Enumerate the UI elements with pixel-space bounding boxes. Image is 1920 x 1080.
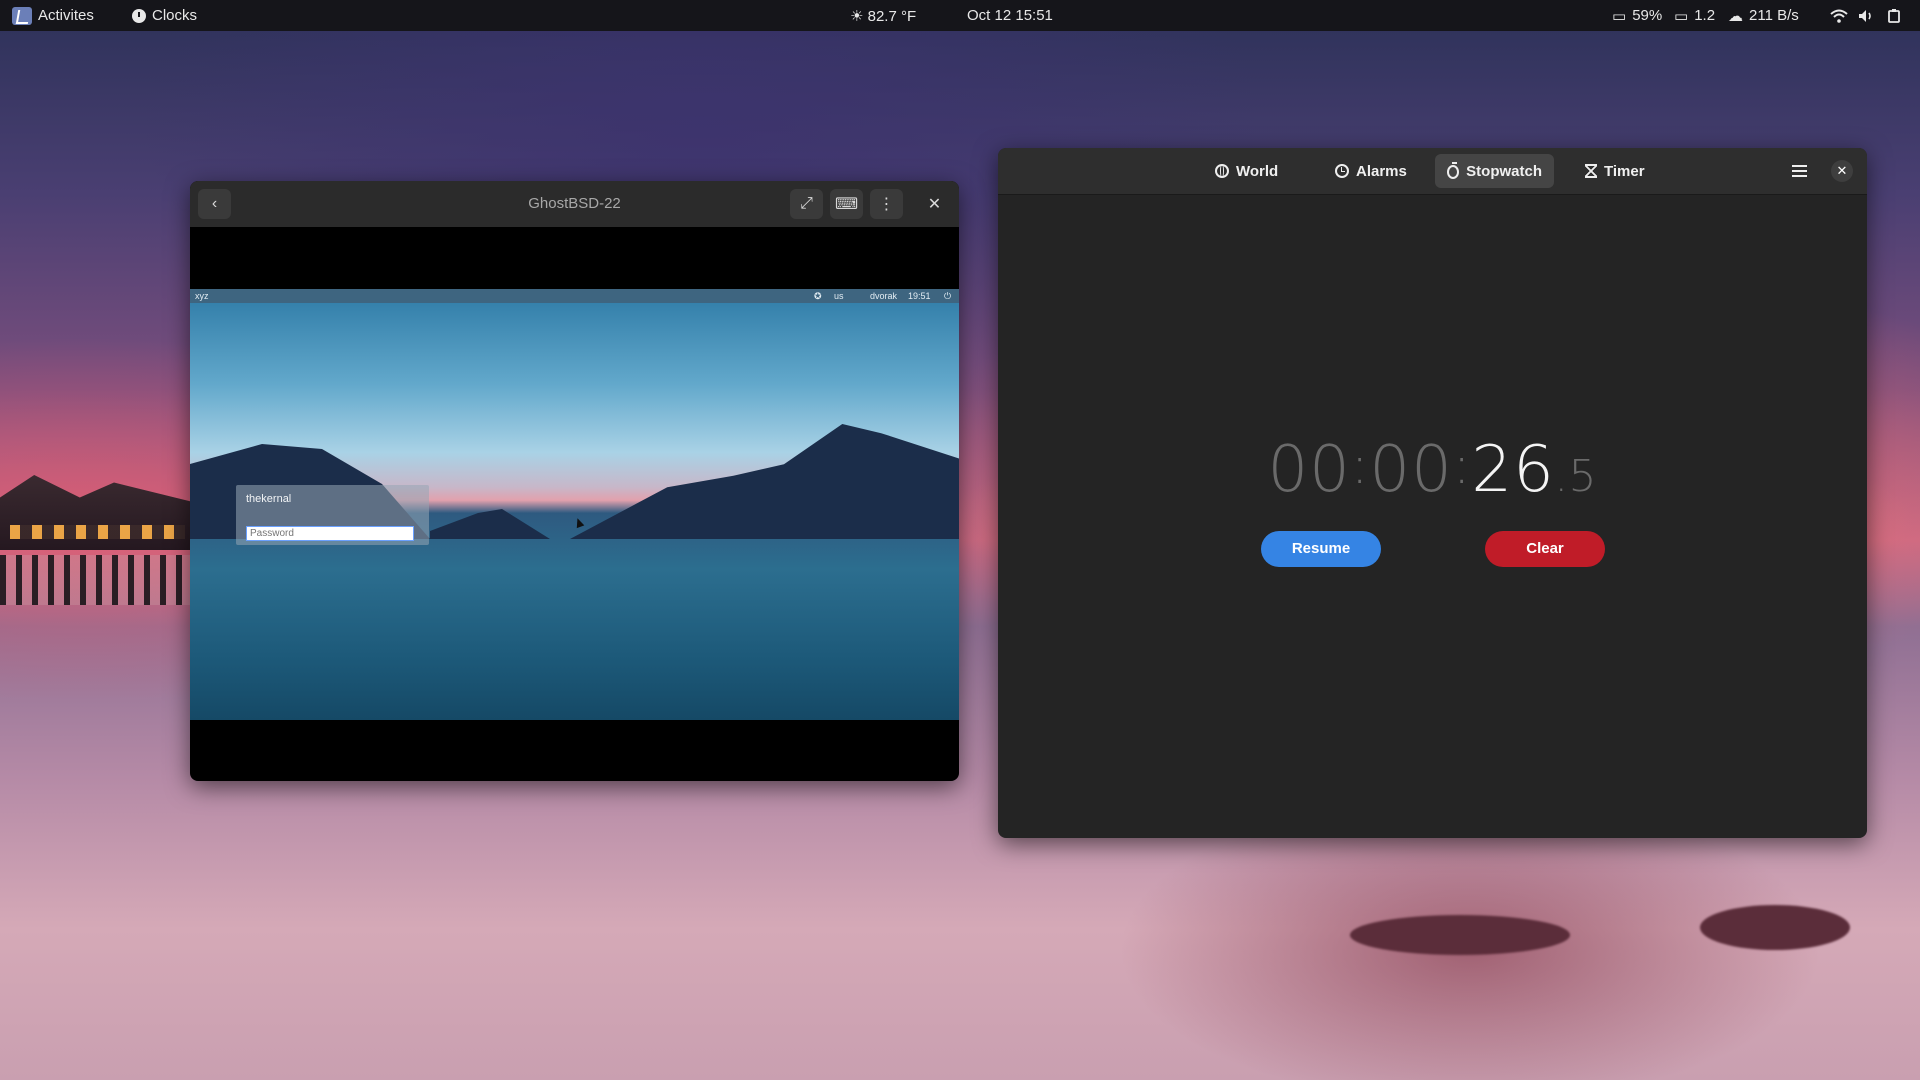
weather-indicator[interactable]: ☀ 82.7 °F [850, 0, 916, 31]
keyboard-button[interactable]: ⌨ [830, 189, 863, 219]
guest-hostname: xyz [195, 291, 209, 301]
activities-button[interactable]: Activites [12, 0, 94, 31]
battery-icon: ▭ [1612, 7, 1627, 25]
stopwatch-seconds: 26 [1471, 433, 1555, 507]
accessibility-icon[interactable]: ✪ [814, 289, 822, 303]
battery-label: 59% [1632, 7, 1663, 24]
stopwatch-display: 00:00:26.5 [1267, 433, 1598, 507]
load-label: 1.2 [1694, 7, 1716, 24]
close-button[interactable]: ✕ [918, 189, 951, 219]
guest-power-icon[interactable]: ⏻ [944, 289, 951, 303]
tab-alarms[interactable]: Alarms [1323, 154, 1419, 188]
keyboard-icon: ⌨ [834, 196, 859, 213]
wallpaper-rock [1350, 915, 1570, 955]
date-time-label: Oct 12 15:51 [967, 7, 1053, 24]
login-username: thekernal [246, 493, 292, 505]
guest-keymap[interactable]: dvorak [870, 289, 897, 303]
guest-keyboard-layout[interactable]: us [834, 289, 844, 303]
kebab-menu-icon: ⋮ [878, 196, 895, 213]
wallpaper-rock [1700, 905, 1850, 950]
stopwatch-icon [1447, 162, 1460, 179]
fullscreen-button[interactable]: ⤢ [790, 189, 823, 219]
network-speed-indicator[interactable]: ☁ 211 B/s [1728, 0, 1799, 31]
clocks-header-bar: World Alarms Stopwatch Timer ✕ [998, 148, 1867, 195]
date-time-button[interactable]: Oct 12 15:51 [967, 0, 1053, 31]
tab-world[interactable]: World [1203, 154, 1290, 188]
login-dialog: thekernal [236, 485, 429, 545]
globe-icon [1215, 164, 1229, 178]
netspeed-label: 211 B/s [1749, 7, 1799, 24]
tab-timer[interactable]: Timer [1573, 154, 1657, 188]
expand-icon: ⤢ [800, 195, 813, 212]
stopwatch-minutes: 00 [1369, 433, 1453, 507]
hamburger-menu-icon [1792, 165, 1807, 167]
power-icon[interactable] [1886, 0, 1902, 31]
weather-label: ☀ 82.7 °F [850, 7, 917, 25]
battery-indicator[interactable]: ▭ 59% [1612, 0, 1662, 31]
vm-window: ‹ GhostBSD-22 ⤢ ⌨ ⋮ ✕ xyz ✪ us dvorak 19… [190, 181, 959, 781]
wifi-icon[interactable] [1830, 0, 1848, 31]
main-menu-button[interactable] [1786, 158, 1812, 184]
tab-world-label: World [1236, 162, 1279, 180]
monitor-icon: ▭ [1674, 7, 1689, 25]
ghostbsd-logo-icon [12, 6, 32, 25]
vm-window-header: ‹ GhostBSD-22 ⤢ ⌨ ⋮ ✕ [190, 181, 959, 227]
load-indicator[interactable]: ▭ 1.2 [1674, 0, 1715, 31]
wallpaper-mountain [430, 509, 550, 539]
clock-icon [132, 8, 146, 23]
tab-timer-label: Timer [1604, 162, 1645, 180]
tab-alarms-label: Alarms [1356, 162, 1407, 180]
activities-label: Activites [38, 7, 94, 24]
alarm-icon [1335, 164, 1349, 178]
clear-button[interactable]: Clear [1485, 531, 1605, 567]
close-icon: ✕ [1836, 163, 1848, 178]
clocks-window: World Alarms Stopwatch Timer ✕ 00:00:26.… [998, 148, 1867, 838]
cloud-icon: ☁ [1728, 7, 1743, 25]
guest-clock: 19:51 [908, 291, 931, 301]
volume-icon[interactable] [1858, 0, 1874, 31]
tab-stopwatch-label: Stopwatch [1466, 162, 1542, 180]
app-menu-button[interactable]: Clocks [132, 0, 197, 31]
vm-guest-screen[interactable]: xyz ✪ us dvorak 19:51 ⏻ thekernal [190, 289, 959, 720]
top-bar: Activites Clocks ☀ 82.7 °F Oct 12 15:51 … [0, 0, 1920, 31]
guest-top-panel: xyz ✪ us dvorak 19:51 ⏻ [190, 289, 959, 303]
close-button[interactable]: ✕ [1831, 160, 1853, 182]
app-menu-label: Clocks [152, 7, 198, 24]
password-field[interactable] [246, 526, 414, 541]
hourglass-icon [1585, 164, 1597, 178]
wallpaper-mountain [570, 424, 959, 539]
wallpaper-pier [0, 455, 200, 605]
resume-button[interactable]: Resume [1261, 531, 1381, 567]
tab-stopwatch[interactable]: Stopwatch [1435, 154, 1554, 188]
stopwatch-hours: 00 [1267, 433, 1351, 507]
stopwatch-tenths: 5 [1568, 451, 1598, 502]
more-options-button[interactable]: ⋮ [870, 189, 903, 219]
close-icon: ✕ [927, 196, 942, 213]
